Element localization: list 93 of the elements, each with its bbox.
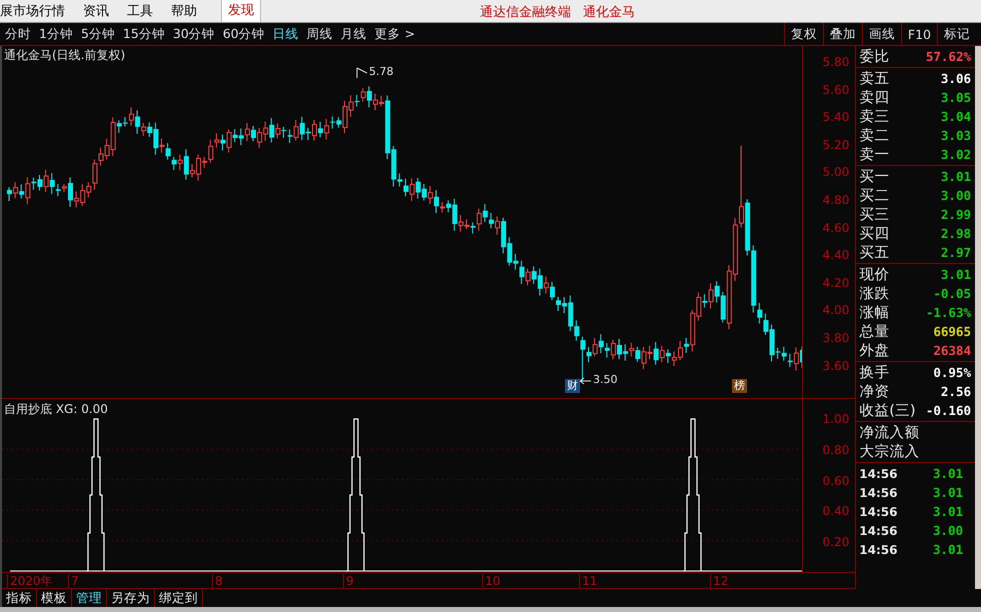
tick-time: 14:56 [859, 486, 898, 500]
indicator-axis-label: 0.40 [822, 503, 850, 520]
quote-label: 现价 [859, 266, 890, 284]
quote-label: 卖二 [859, 127, 890, 145]
quote-value: 2.99 [940, 207, 971, 222]
event-badge[interactable]: 榜 [732, 379, 747, 393]
price-axis-label: 5.40 [822, 109, 850, 126]
indicator-axis-label: 1.00 [822, 411, 850, 428]
price-axis-label: 4.00 [822, 302, 850, 320]
menu-item[interactable]: 发现 [221, 0, 261, 22]
price-axis-label: 5.60 [822, 82, 850, 99]
stock-title: 通化金马 [583, 4, 635, 21]
quote-value: -0.160 [926, 403, 971, 418]
flow-label: 大宗流入 [859, 442, 920, 461]
price-axis-label: 4.60 [822, 220, 850, 237]
period-tab[interactable]: 5分钟 [80, 26, 115, 42]
tick-time: 14:56 [859, 542, 898, 556]
quote-value: -1.63% [926, 305, 971, 320]
quote-value: 66965 [933, 324, 971, 339]
app-title: 通达信金融终端 [480, 4, 571, 21]
quote-label: 买四 [859, 225, 890, 243]
quote-label: 换手 [859, 364, 890, 382]
quote-value: -0.05 [933, 286, 971, 301]
quote-label: 卖三 [859, 108, 890, 126]
quote-value: 2.98 [940, 226, 971, 241]
price-axis-label: 4.20 [822, 274, 850, 292]
menu-item[interactable]: 资讯 [83, 2, 119, 20]
leader-line [356, 68, 368, 78]
quote-label: 净资 [859, 383, 890, 401]
tick-price: 3.01 [932, 542, 963, 557]
quote-value: 3.06 [940, 71, 971, 86]
quote-value: 0.95% [933, 365, 971, 380]
quote-value: 3.00 [940, 188, 971, 203]
leader-line [580, 378, 592, 384]
high-price-label: 5.78 [369, 65, 394, 78]
tick-time: 14:56 [859, 466, 898, 480]
price-axis-label: 3.80 [822, 330, 850, 347]
quote-label: 买五 [859, 244, 890, 262]
period-tab[interactable]: 周线 [306, 26, 333, 42]
tick-price: 3.00 [932, 523, 963, 538]
price-axis-label: 5.80 [822, 54, 850, 71]
quote-value: 3.03 [940, 128, 971, 143]
tick-price: 3.01 [932, 485, 963, 500]
quote-label: 卖一 [859, 146, 890, 164]
price-axis-label: 5.00 [822, 164, 850, 182]
indicator-title: 自用抄底 XG: 0.00 [4, 401, 108, 418]
menu-item[interactable]: 帮助 [171, 2, 207, 20]
period-tab[interactable]: 分时 [5, 26, 31, 42]
quote-label: 买二 [859, 187, 890, 205]
quote-value: 2.56 [940, 384, 971, 399]
quote-value: 26384 [933, 343, 971, 358]
quote-label: 买一 [859, 168, 890, 186]
quote-label: 买三 [859, 206, 890, 224]
tick-time: 14:56 [859, 504, 898, 518]
price-axis-label: 4.80 [822, 192, 850, 209]
indicator-axis-label: 0.20 [822, 534, 850, 551]
chart-title: 通化金马(日线.前复权) [4, 47, 126, 64]
indicator-axis-label: 0.80 [822, 442, 850, 459]
quote-value: 57.62% [926, 49, 971, 64]
period-tab[interactable]: 更多 > [374, 26, 416, 42]
period-tab[interactable]: 月线 [340, 26, 367, 42]
quote-value: 3.05 [940, 90, 971, 105]
tick-price: 3.01 [932, 504, 963, 519]
quote-label: 委比 [859, 48, 890, 66]
quote-value: 3.01 [940, 169, 971, 184]
quote-value: 2.97 [940, 245, 971, 260]
quote-label: 涨跌 [859, 285, 890, 303]
quote-label: 总量 [859, 323, 890, 341]
period-tab[interactable]: 15分钟 [122, 26, 165, 42]
quote-label: 涨幅 [859, 304, 890, 322]
quote-value: 3.02 [940, 147, 971, 162]
flow-label: 净流入额 [859, 424, 920, 442]
menu-item[interactable]: 展市场行情 [0, 2, 75, 20]
price-axis-label: 4.40 [822, 247, 850, 264]
tick-time: 14:56 [859, 524, 898, 538]
tick-price: 3.01 [932, 466, 963, 481]
bottom-tab[interactable]: 指标 [0, 589, 37, 607]
price-axis-label: 3.60 [822, 358, 850, 375]
quote-value: 3.04 [940, 109, 971, 124]
low-price-label: 3.50 [593, 373, 618, 386]
quote-value: 3.01 [940, 267, 971, 282]
event-badge[interactable]: 财 [565, 379, 580, 393]
price-axis-label: 5.20 [822, 136, 850, 154]
period-tab[interactable]: 日线 [272, 26, 299, 42]
period-tab[interactable]: 60分钟 [222, 26, 265, 42]
period-tab[interactable]: 1分钟 [39, 26, 73, 42]
quote-label: 卖五 [859, 70, 890, 88]
quote-label: 收益(三) [859, 402, 916, 420]
quote-label: 卖四 [859, 89, 890, 107]
menu-item[interactable]: 工具 [127, 2, 163, 20]
period-tab[interactable]: 30分钟 [172, 26, 215, 42]
indicator-axis-label: 0.60 [822, 472, 850, 490]
quote-label: 外盘 [859, 342, 890, 360]
